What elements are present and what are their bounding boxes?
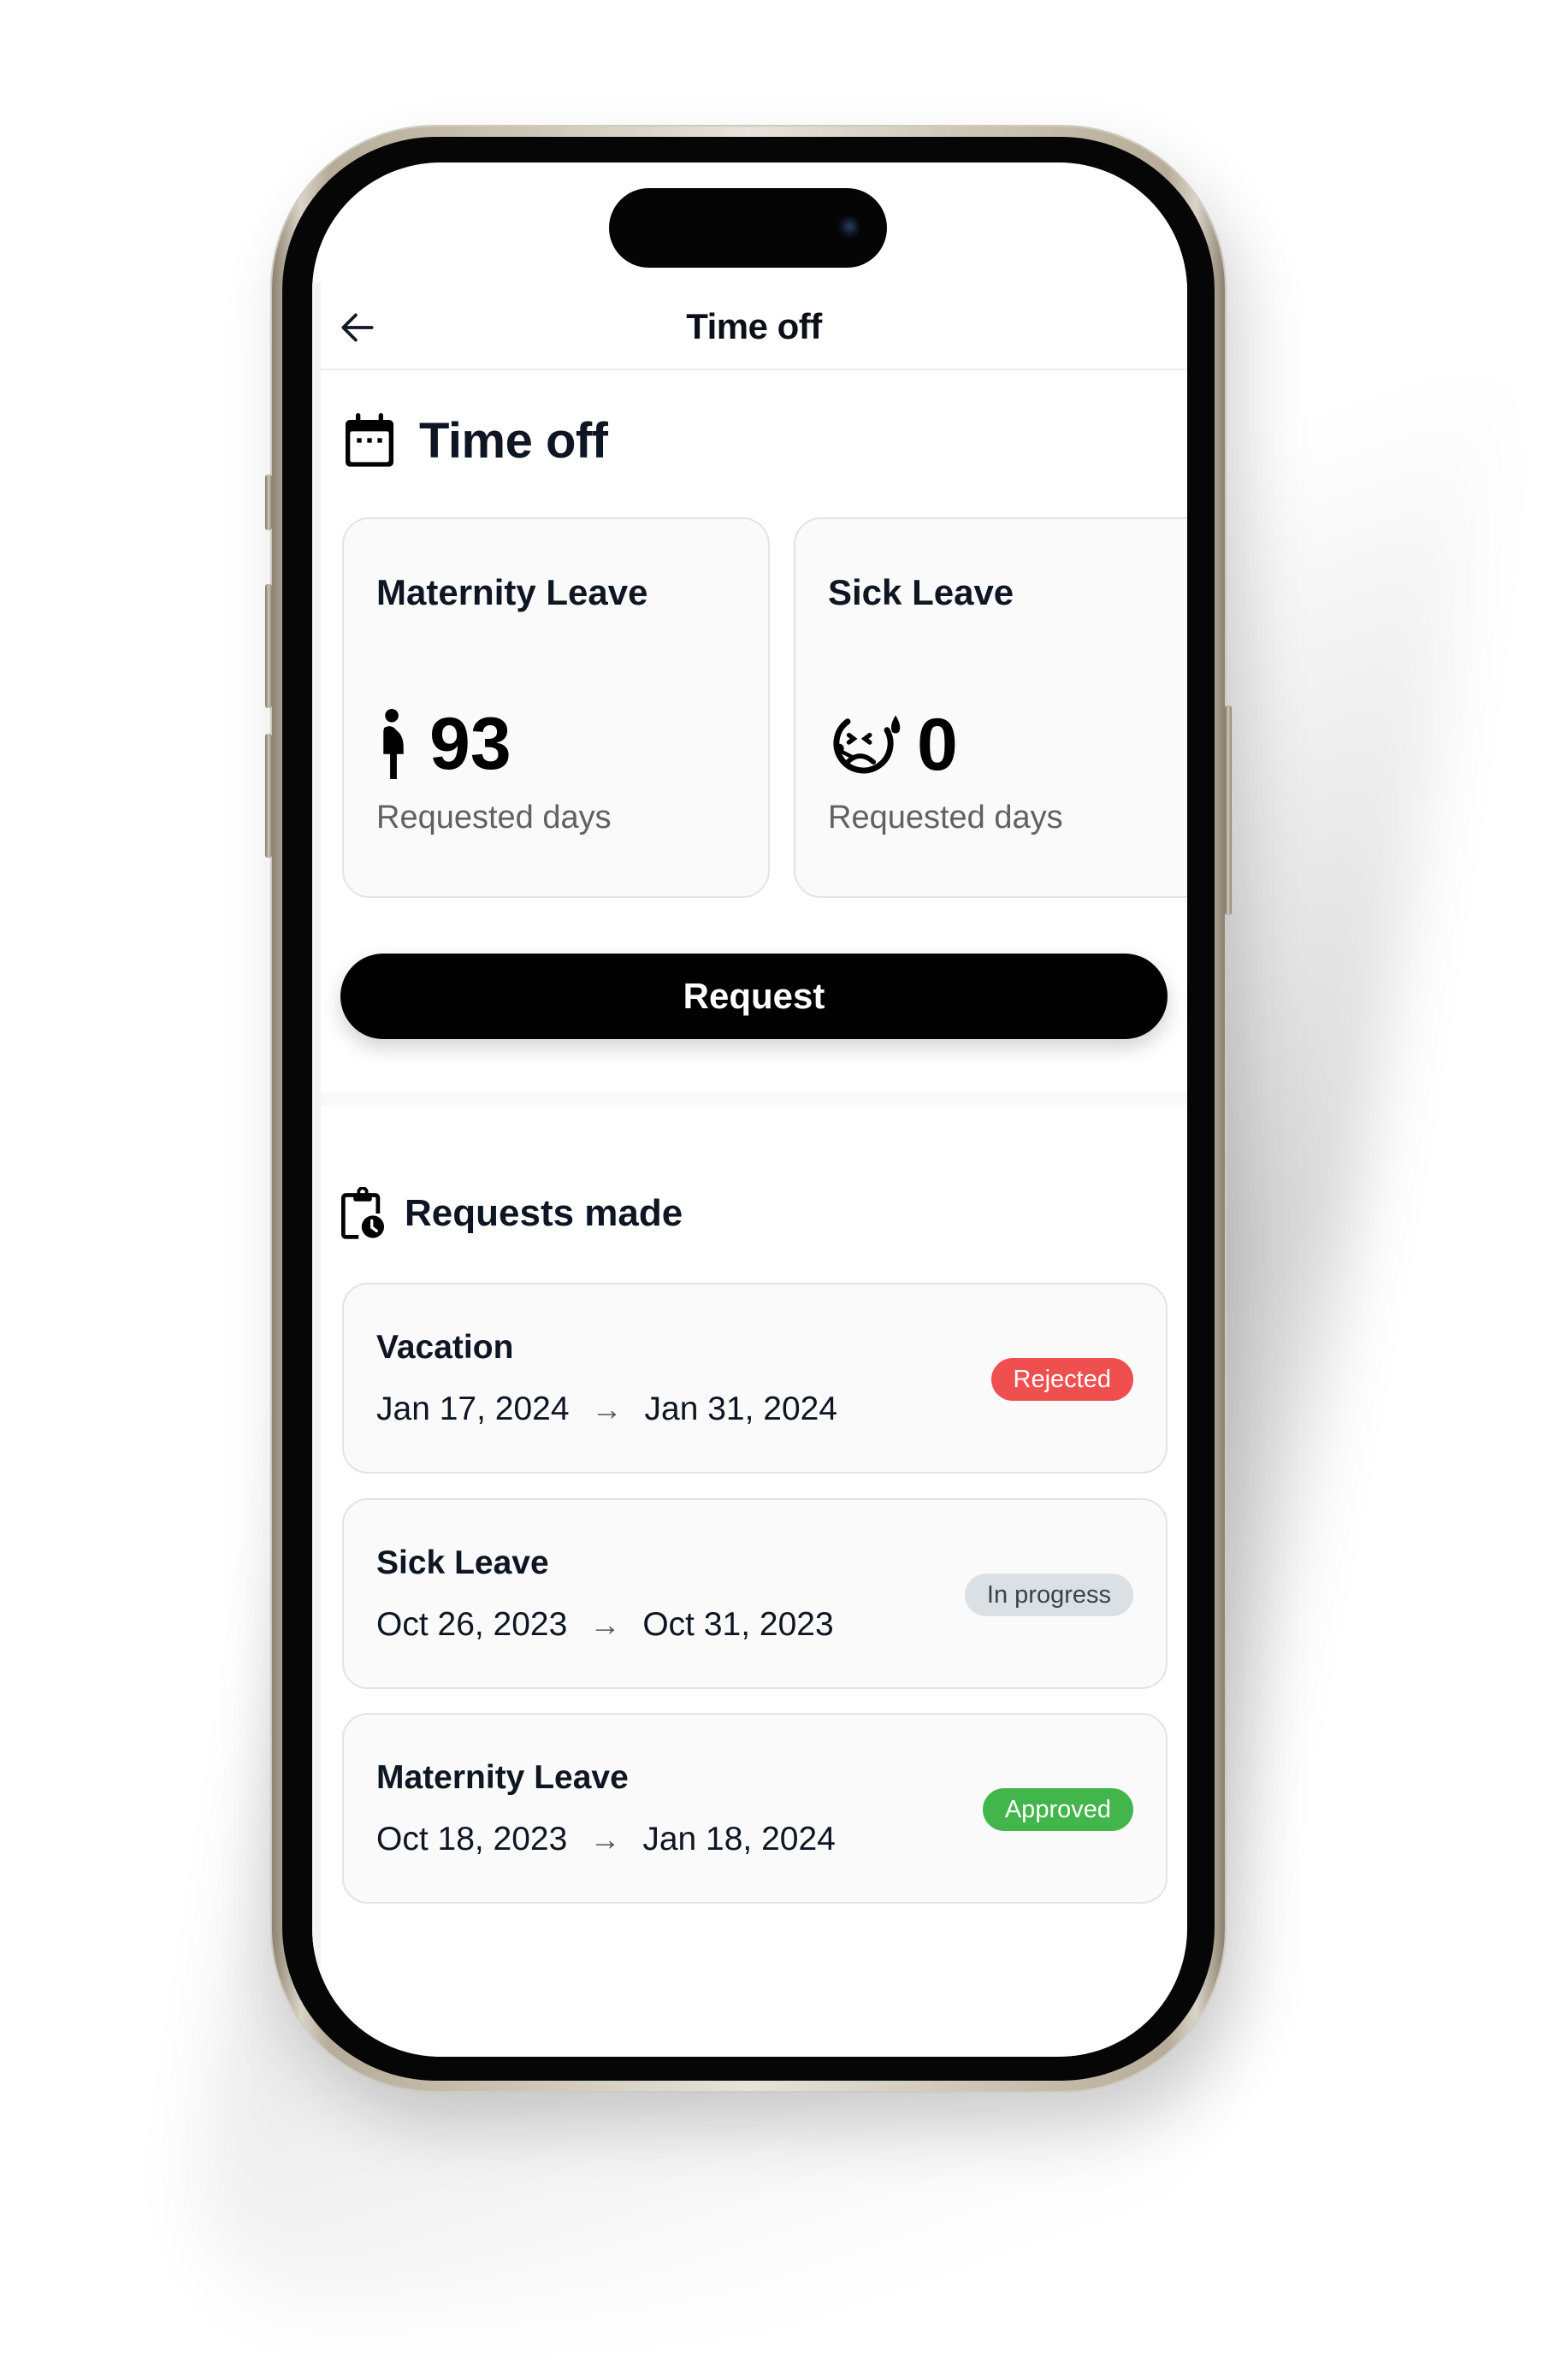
volume-up-button [265,584,272,708]
request-end-date: Oct 31, 2023 [642,1606,834,1643]
request-item[interactable]: Maternity Leave Oct 18, 2023 → Jan 18, 2… [342,1713,1168,1904]
status-badge: Rejected [990,1358,1133,1401]
leave-card-count-row: 0 [828,707,958,783]
pregnant-woman-icon [383,708,404,780]
request-start-date: Oct 26, 2023 [376,1606,568,1643]
clipboard-clock-icon [340,1187,385,1239]
sick-face-icon [833,715,901,774]
request-button[interactable]: Request [340,954,1168,1039]
section-title: Time off [419,412,608,469]
action-button [265,475,272,530]
arrow-right-icon: → [589,1607,621,1642]
requests-section-header: Requests made [340,1187,683,1240]
request-type: Sick Leave [376,1544,549,1581]
calendar-icon [346,413,393,467]
arrow-right-icon: → [589,1822,621,1857]
leave-balance-cards: Maternity Leave 93 Requested days Sick L… [342,517,1187,900]
request-type: Maternity Leave [376,1759,629,1796]
leave-card-subtitle: Requested days [828,800,1063,836]
request-type: Vacation [376,1329,514,1366]
request-item[interactable]: Sick Leave Oct 26, 2023 → Oct 31, 2023 I… [342,1498,1168,1689]
leave-card-sick[interactable]: Sick Leave 0 Requested days [794,517,1187,898]
arrow-right-icon: → [591,1391,623,1426]
screen-edge-strip [312,282,321,2057]
dynamic-island [609,188,887,268]
leave-card-count-row: 93 [376,707,511,781]
section-divider [321,1093,1187,1105]
page-title: Time off [686,306,822,346]
request-start-date: Oct 18, 2023 [376,1821,568,1857]
volume-down-button [265,734,272,858]
status-badge: Approved [982,1788,1133,1831]
request-start-date: Jan 17, 2024 [376,1391,570,1427]
section-title: Requests made [405,1192,683,1234]
request-end-date: Jan 31, 2024 [644,1391,838,1427]
app-bar: Time off [321,282,1187,370]
phone-screen: Time off Time off Maternity Leave 93 Req… [312,162,1187,2057]
time-off-section-header: Time off [342,410,608,470]
leave-card-subtitle: Requested days [376,800,612,836]
leave-card-count: 0 [917,704,958,786]
leave-card-maternity[interactable]: Maternity Leave 93 Requested days [342,517,770,898]
request-dates: Jan 17, 2024 → Jan 31, 2024 [376,1391,837,1428]
request-item[interactable]: Vacation Jan 17, 2024 → Jan 31, 2024 Rej… [342,1283,1168,1473]
leave-card-name: Sick Leave [828,572,1014,612]
request-dates: Oct 26, 2023 → Oct 31, 2023 [376,1606,834,1644]
leave-card-count: 93 [429,703,511,785]
request-end-date: Jan 18, 2024 [642,1821,836,1857]
power-button [1225,706,1232,915]
status-badge: In progress [964,1574,1133,1616]
request-dates: Oct 18, 2023 → Jan 18, 2024 [376,1821,836,1858]
front-camera [837,216,860,239]
leave-card-name: Maternity Leave [376,572,648,612]
